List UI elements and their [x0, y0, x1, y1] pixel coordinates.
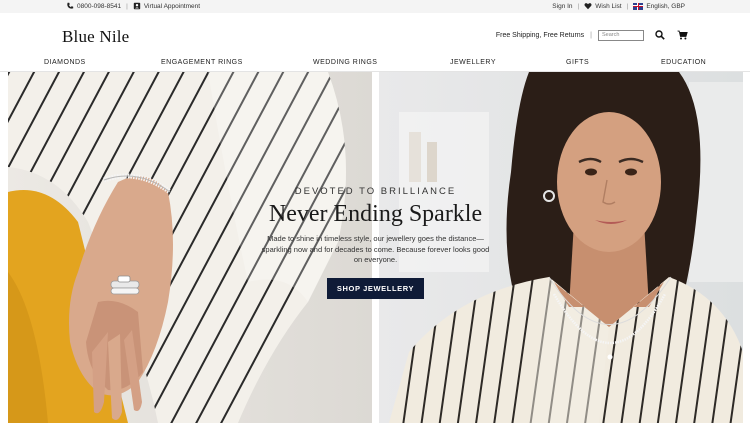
- hero-eyebrow: DEVOTED TO BRILLIANCE: [294, 186, 457, 197]
- calendar-person-icon: [133, 2, 141, 10]
- search-icon: [655, 30, 665, 40]
- heart-icon: [584, 3, 592, 10]
- nav-engagement-rings[interactable]: ENGAGEMENT RINGS: [161, 59, 243, 66]
- brand-logo[interactable]: Blue Nile: [62, 27, 129, 47]
- header-divider: |: [590, 31, 592, 39]
- search-input[interactable]: [598, 29, 644, 41]
- main-nav: DIAMONDS ENGAGEMENT RINGS WEDDING RINGS …: [0, 57, 750, 72]
- phone-link[interactable]: 0800-098-8541: [66, 2, 121, 10]
- site-header: Blue Nile Free Shipping, Free Returns |: [0, 13, 750, 57]
- utility-right: Sign In | Wish List | English, GBP: [552, 2, 685, 10]
- nav-diamonds[interactable]: DIAMONDS: [44, 59, 86, 66]
- hero-copy: DEVOTED TO BRILLIANCE Never Ending Spark…: [8, 186, 743, 299]
- utility-left: 0800-098-8541 | Virtual Appointment: [66, 2, 200, 10]
- uk-flag-icon: [633, 2, 644, 10]
- search-button[interactable]: [654, 29, 666, 41]
- sign-in-link[interactable]: Sign In: [552, 3, 572, 10]
- wish-list-label: Wish List: [595, 2, 622, 10]
- nav-education[interactable]: EDUCATION: [661, 59, 706, 66]
- nav-gifts[interactable]: GIFTS: [566, 59, 589, 66]
- hero-body: Made to shine in timeless style, our jew…: [261, 234, 490, 264]
- utility-divider: |: [626, 2, 629, 10]
- locale-selector[interactable]: English, GBP: [633, 2, 685, 10]
- wish-list-link[interactable]: Wish List: [584, 2, 622, 10]
- utility-divider: |: [577, 2, 580, 10]
- utility-divider: |: [126, 2, 128, 10]
- shop-jewellery-button[interactable]: SHOP JEWELLERY: [326, 277, 425, 299]
- shipping-note[interactable]: Free Shipping, Free Returns: [496, 32, 584, 39]
- header-actions: Free Shipping, Free Returns |: [496, 29, 688, 41]
- cart-button[interactable]: [676, 29, 688, 41]
- virtual-appointment-link[interactable]: Virtual Appointment: [133, 2, 200, 10]
- nav-jewellery[interactable]: JEWELLERY: [450, 59, 496, 66]
- phone-number: 0800-098-8541: [77, 2, 122, 10]
- phone-icon: [67, 2, 74, 9]
- locale-label: English, GBP: [646, 2, 685, 10]
- nav-wedding-rings[interactable]: WEDDING RINGS: [313, 59, 377, 66]
- cart-icon: [677, 30, 688, 40]
- virtual-appointment-label: Virtual Appointment: [143, 2, 201, 10]
- hero-banner: DEVOTED TO BRILLIANCE Never Ending Spark…: [8, 72, 743, 423]
- utility-bar: 0800-098-8541 | Virtual Appointment Sign…: [0, 0, 750, 13]
- hero-headline: Never Ending Sparkle: [268, 201, 483, 227]
